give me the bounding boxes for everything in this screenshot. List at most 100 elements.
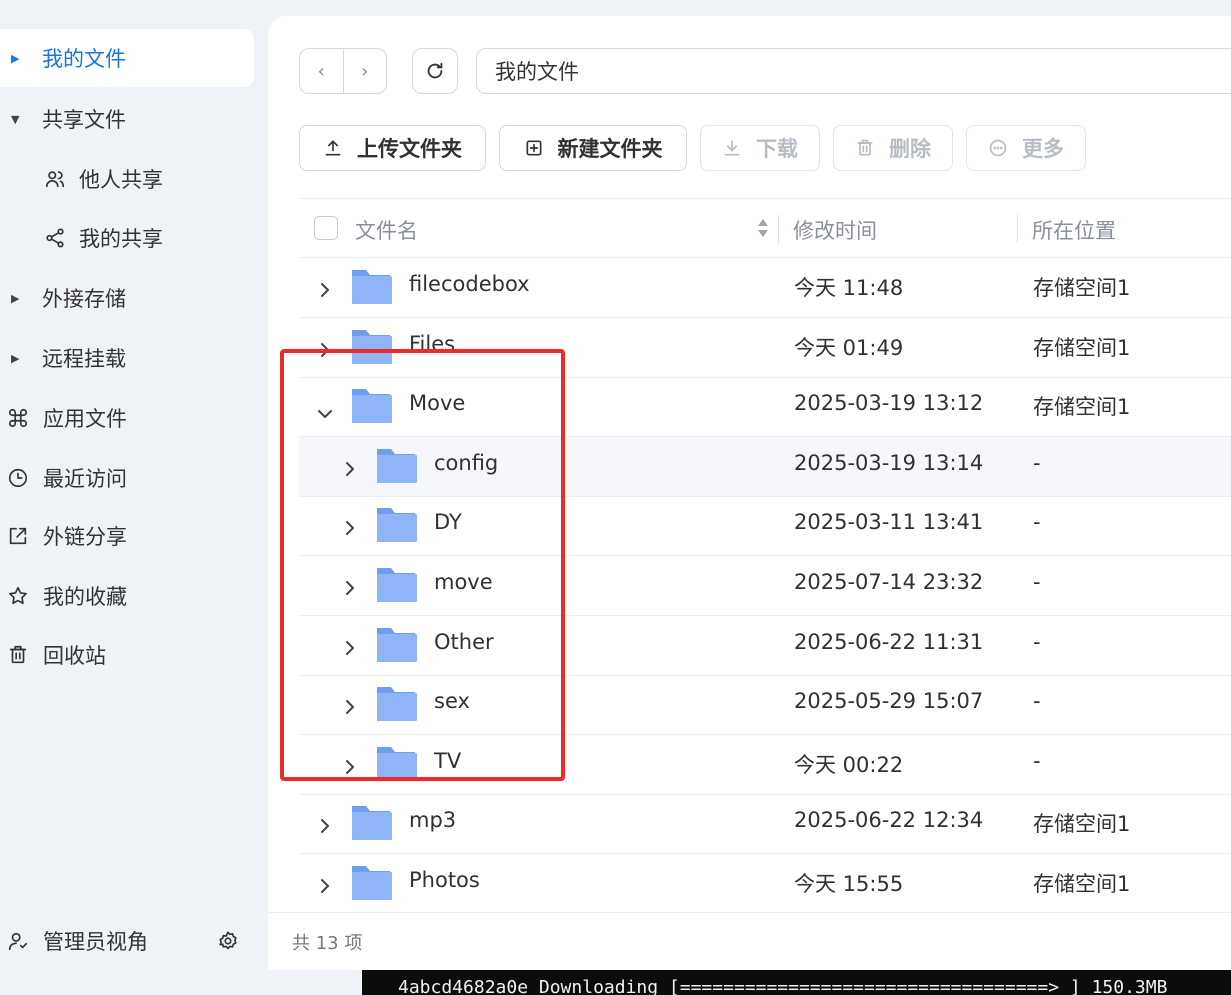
file-modified-time: 2025-07-14 23:32 (794, 570, 984, 594)
table-row[interactable]: Files 今天 01:49 存储空间1 (299, 318, 1231, 378)
star-icon (7, 585, 29, 607)
file-modified-time: 2025-06-22 11:31 (794, 629, 984, 654)
file-name[interactable]: Files (409, 332, 455, 356)
table-header: 文件名 修改时间 所在位置 (299, 198, 1231, 258)
admin-user-icon (7, 930, 29, 952)
upload-folder-button[interactable]: 上传文件夹 (299, 125, 486, 171)
file-modified-time: 2025-03-11 13:41 (794, 510, 984, 535)
file-location: 存储空间1 (1033, 335, 1131, 360)
column-divider[interactable] (1017, 215, 1018, 243)
file-name[interactable]: TV (434, 749, 461, 773)
file-name[interactable]: DY (434, 510, 462, 534)
sort-icon[interactable] (757, 216, 769, 240)
chevron-right-icon[interactable] (344, 577, 356, 595)
sidebar-item-label: 我的收藏 (43, 585, 127, 609)
chevron-right-icon[interactable] (344, 637, 356, 655)
new-folder-button[interactable]: 新建文件夹 (499, 125, 687, 171)
chevron-right-icon[interactable] (319, 279, 331, 297)
table-row[interactable]: Move 2025-03-19 13:12 存储空间1 (299, 377, 1231, 438)
file-name[interactable]: Photos (409, 868, 480, 892)
sidebar-item[interactable]: 应用文件 (0, 389, 254, 447)
caret-right-icon: ▶ (11, 291, 20, 305)
sidebar-item-label: 外接存储 (42, 287, 126, 311)
delete-button[interactable]: 删除 (833, 125, 953, 171)
download-button[interactable]: 下载 (700, 125, 820, 171)
sidebar-item[interactable]: ▶ 外接存储 (0, 269, 254, 327)
upload-icon (325, 140, 341, 156)
file-name[interactable]: config (434, 451, 498, 475)
chevron-right-icon[interactable] (344, 696, 356, 715)
sidebar-item[interactable]: ▶ 我的文件 (0, 29, 254, 87)
file-name[interactable]: Other (434, 630, 494, 654)
chevron-down-icon[interactable] (317, 401, 332, 419)
column-location-header[interactable]: 所在位置 (1032, 215, 1116, 245)
folder-icon (350, 862, 392, 902)
download-label: 下载 (756, 137, 798, 161)
sidebar-item[interactable]: 我的共享 (0, 209, 254, 267)
table-row[interactable]: Other 2025-06-22 11:31 - (299, 616, 1231, 676)
command-icon (7, 407, 29, 429)
file-name[interactable]: Move (409, 391, 465, 415)
folder-icon (375, 743, 417, 783)
chevron-right-icon[interactable] (319, 875, 331, 893)
chevron-right-icon[interactable] (344, 458, 356, 476)
file-modified-time: 2025-06-22 12:34 (794, 808, 984, 833)
chevron-left-icon: ‹ (317, 60, 325, 82)
gear-icon[interactable] (217, 930, 239, 957)
file-location: - (1033, 570, 1041, 594)
file-name[interactable]: move (434, 570, 493, 594)
external-share-icon (7, 525, 29, 547)
item-count: 共 13 项 (292, 932, 363, 954)
more-label: 更多 (1022, 137, 1064, 161)
table-row[interactable]: filecodebox 今天 11:48 存储空间1 (299, 258, 1231, 318)
path-input[interactable]: 我的文件 (476, 48, 1231, 94)
sidebar-item-label: 远程挂载 (42, 347, 126, 371)
file-modified-time: 2025-03-19 13:12 (794, 391, 984, 416)
table-row[interactable]: move 2025-07-14 23:32 - (299, 556, 1231, 616)
table-row[interactable]: sex 2025-05-29 15:07 - (299, 675, 1231, 736)
select-all-checkbox[interactable] (314, 216, 338, 240)
sidebar-item[interactable]: 回收站 (0, 626, 254, 684)
sidebar-item[interactable]: 我的收藏 (0, 567, 254, 625)
more-icon (989, 139, 1007, 157)
sidebar-item[interactable]: 外链分享 (0, 507, 254, 565)
sidebar-item[interactable]: ▼ 共享文件 (0, 90, 254, 148)
chevron-right-icon[interactable] (319, 339, 331, 357)
sidebar-item-label: 我的文件 (42, 47, 126, 71)
refresh-button[interactable] (412, 48, 458, 94)
sidebar-item[interactable]: 他人共享 (0, 150, 254, 208)
chevron-right-icon[interactable] (344, 517, 356, 536)
file-name[interactable]: mp3 (409, 808, 456, 832)
file-location: 存储空间1 (1033, 812, 1131, 837)
column-time-header[interactable]: 修改时间 (793, 215, 877, 245)
file-modified-time: 今天 11:48 (794, 276, 904, 300)
users-icon (44, 168, 66, 190)
file-browser-panel: ‹ › 我的文件 上传文件夹 新建文件夹 下载 删除 更多 文件名 修改时间 所… (268, 16, 1231, 970)
forward-button[interactable]: › (342, 49, 387, 93)
table-row[interactable]: TV 今天 00:22 - (299, 735, 1231, 795)
sidebar-item[interactable]: ▶ 远程挂载 (0, 329, 254, 387)
back-button[interactable]: ‹ (300, 49, 343, 93)
sidebar-item-label: 应用文件 (43, 407, 127, 431)
folder-icon (350, 266, 392, 306)
admin-view-item[interactable]: 管理员视角 (0, 912, 268, 970)
download-icon (724, 140, 740, 156)
column-name-header[interactable]: 文件名 (355, 215, 418, 245)
delete-label: 删除 (889, 137, 931, 161)
chevron-right-icon[interactable] (319, 815, 331, 834)
column-divider[interactable] (778, 215, 779, 243)
file-name[interactable]: filecodebox (409, 272, 530, 296)
table-row[interactable]: config 2025-03-19 13:14 - (299, 436, 1231, 497)
table-row[interactable]: Photos 今天 15:55 存储空间1 (299, 854, 1231, 912)
chevron-right-icon[interactable] (344, 756, 356, 774)
file-location: 存储空间1 (1033, 395, 1131, 420)
table-row[interactable]: DY 2025-03-11 13:41 - (299, 496, 1231, 557)
file-name[interactable]: sex (434, 689, 470, 713)
more-button[interactable]: 更多 (966, 125, 1086, 171)
file-location: - (1033, 748, 1041, 773)
sidebar-item-label: 回收站 (43, 644, 106, 668)
table-row[interactable]: mp3 2025-06-22 12:34 存储空间1 (299, 794, 1231, 855)
folder-icon (350, 385, 392, 425)
sidebar-item[interactable]: 最近访问 (0, 449, 254, 507)
file-location: 存储空间1 (1033, 872, 1131, 896)
